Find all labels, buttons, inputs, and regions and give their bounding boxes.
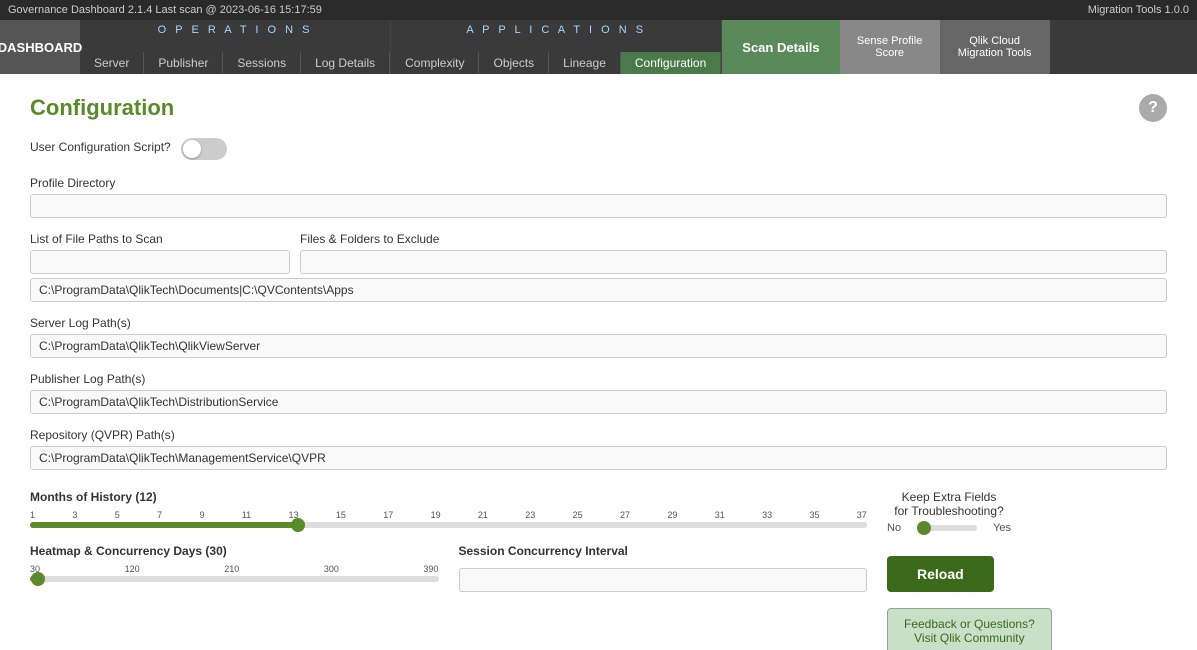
- server-log-row: Server Log Path(s): [30, 316, 1167, 358]
- applications-tabs: Complexity Objects Lineage Configuration: [391, 36, 721, 74]
- file-paths-inputs: [30, 250, 1167, 274]
- sense-profile-panel[interactable]: Sense Profile Score: [840, 20, 940, 74]
- feedback-button[interactable]: Feedback or Questions? Visit Qlik Commun…: [887, 608, 1052, 650]
- months-history-slider-container: [30, 522, 867, 528]
- operations-section: O P E R A T I O N S Server Publisher Ses…: [80, 20, 391, 74]
- tab-complexity[interactable]: Complexity: [391, 52, 479, 74]
- publisher-log-input[interactable]: [30, 390, 1167, 414]
- top-bar: Governance Dashboard 2.1.4 Last scan @ 2…: [0, 0, 1197, 20]
- repository-row: Repository (QVPR) Path(s): [30, 428, 1167, 470]
- user-config-toggle[interactable]: [181, 138, 227, 160]
- tab-lineage[interactable]: Lineage: [549, 52, 621, 74]
- keep-extra-title: Keep Extra Fields for Troubleshooting?: [894, 490, 1003, 518]
- page-title-row: Configuration ?: [30, 94, 1167, 122]
- header: DASHBOARD O P E R A T I O N S Server Pub…: [0, 20, 1197, 74]
- heatmap-thumb[interactable]: [31, 572, 45, 586]
- months-history-track[interactable]: [30, 522, 867, 528]
- months-history-fill: [30, 522, 298, 528]
- tab-objects[interactable]: Objects: [479, 52, 549, 74]
- keep-extra-block: Keep Extra Fields for Troubleshooting? N…: [887, 490, 1011, 540]
- keep-extra-thumb[interactable]: [917, 521, 931, 535]
- sliders-main: Months of History (12) 1 3 5 7 9 11 13 1…: [30, 490, 1167, 650]
- files-exclude-input[interactable]: [30, 250, 290, 274]
- help-icon[interactable]: ?: [1139, 94, 1167, 122]
- keep-extra-slider[interactable]: [917, 525, 977, 531]
- main-content: Configuration ? User Configuration Scrip…: [0, 74, 1197, 650]
- session-concurrency-label: Session Concurrency Interval: [459, 544, 868, 558]
- yes-no-row: No Yes: [887, 522, 1011, 534]
- heatmap-label: Heatmap & Concurrency Days (30): [30, 544, 439, 558]
- server-log-input[interactable]: [30, 334, 1167, 358]
- qlik-cloud-panel[interactable]: Qlik Cloud Migration Tools: [940, 20, 1050, 74]
- user-config-toggle-row: User Configuration Script?: [30, 138, 1167, 160]
- months-history-label: Months of History (12): [30, 490, 867, 504]
- scan-details-label: Scan Details: [742, 40, 819, 55]
- scan-paths-input[interactable]: [30, 278, 1167, 302]
- tab-publisher[interactable]: Publisher: [144, 52, 223, 74]
- profile-directory-input[interactable]: [30, 194, 1167, 218]
- server-log-label: Server Log Path(s): [30, 316, 1167, 330]
- qlik-cloud-label: Qlik Cloud Migration Tools: [954, 35, 1036, 59]
- publisher-log-row: Publisher Log Path(s): [30, 372, 1167, 414]
- bottom-sliders-row: Heatmap & Concurrency Days (30) 30 120 2…: [30, 544, 867, 592]
- tab-sessions[interactable]: Sessions: [223, 52, 301, 74]
- no-label: No: [887, 522, 901, 534]
- files-exclude-value-input[interactable]: [300, 250, 1167, 274]
- file-paths-labels: List of File Paths to Scan Files & Folde…: [30, 232, 1167, 246]
- tab-configuration[interactable]: Configuration: [621, 52, 721, 74]
- user-config-label: User Configuration Script?: [30, 140, 171, 154]
- profile-directory-row: Profile Directory: [30, 176, 1167, 218]
- reload-button[interactable]: Reload: [887, 556, 994, 592]
- tab-log-details[interactable]: Log Details: [301, 52, 390, 74]
- top-bar-right: Migration Tools 1.0.0: [1088, 4, 1189, 16]
- session-concurrency-group: Session Concurrency Interval: [459, 544, 868, 592]
- profile-directory-label: Profile Directory: [30, 176, 1167, 190]
- applications-title: A P P L I C A T I O N S: [391, 20, 721, 36]
- heatmap-track[interactable]: [30, 576, 439, 582]
- right-controls: Keep Extra Fields for Troubleshooting? N…: [887, 490, 1167, 650]
- top-bar-left: Governance Dashboard 2.1.4 Last scan @ 2…: [8, 4, 322, 16]
- heatmap-group: Heatmap & Concurrency Days (30) 30 120 2…: [30, 544, 439, 592]
- list-of-paths-label: List of File Paths to Scan: [30, 232, 290, 246]
- months-history-group: Months of History (12) 1 3 5 7 9 11 13 1…: [30, 490, 867, 528]
- publisher-log-label: Publisher Log Path(s): [30, 372, 1167, 386]
- operations-title: O P E R A T I O N S: [80, 20, 390, 36]
- file-paths-row: List of File Paths to Scan Files & Folde…: [30, 232, 1167, 302]
- left-sliders: Months of History (12) 1 3 5 7 9 11 13 1…: [30, 490, 867, 592]
- reload-block: Reload: [887, 556, 994, 592]
- operations-tabs: Server Publisher Sessions Log Details: [80, 36, 390, 74]
- months-history-scale: 1 3 5 7 9 11 13 15 17 19 21 23 25 27 29 …: [30, 510, 867, 520]
- applications-section: A P P L I C A T I O N S Complexity Objec…: [391, 20, 722, 74]
- files-exclude-label: Files & Folders to Exclude: [300, 232, 1167, 246]
- page-title: Configuration: [30, 95, 174, 121]
- repository-label: Repository (QVPR) Path(s): [30, 428, 1167, 442]
- dashboard-button[interactable]: DASHBOARD: [0, 20, 80, 74]
- yes-label: Yes: [993, 522, 1011, 534]
- sense-profile-label: Sense Profile Score: [854, 35, 926, 59]
- feedback-block: Feedback or Questions? Visit Qlik Commun…: [887, 608, 1052, 650]
- heatmap-slider-container: [30, 576, 439, 582]
- right-panels: Scan Details Sense Profile Score Qlik Cl…: [722, 20, 1049, 74]
- toggle-knob: [183, 140, 201, 158]
- session-concurrency-input[interactable]: [459, 568, 868, 592]
- months-history-thumb[interactable]: [291, 518, 305, 532]
- heatmap-scale: 30 120 210 300 390: [30, 564, 439, 574]
- tab-server[interactable]: Server: [80, 52, 144, 74]
- scan-details-panel[interactable]: Scan Details: [722, 20, 839, 74]
- repository-input[interactable]: [30, 446, 1167, 470]
